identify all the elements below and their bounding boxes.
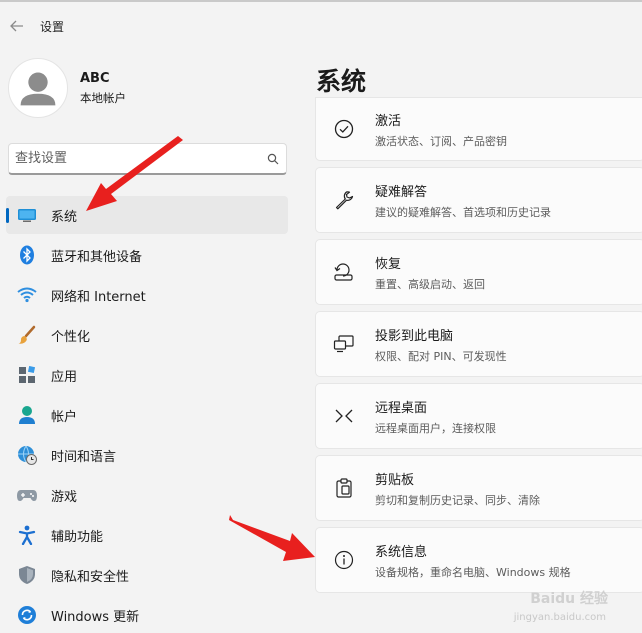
card-title: 剪贴板 xyxy=(375,472,415,488)
monitor-icon xyxy=(16,204,38,226)
sidebar-item-gaming[interactable]: 游戏 xyxy=(6,476,288,514)
settings-card-list: 激活 激活状态、订阅、产品密钥 疑难解答 建议的疑难解答、首选项和历史记录 恢复… xyxy=(315,97,642,599)
sidebar-item-label: 个性化 xyxy=(51,329,91,345)
project-icon xyxy=(333,333,355,355)
card-subtitle: 激活状态、订阅、产品密钥 xyxy=(375,134,507,148)
card-subtitle: 远程桌面用户，连接权限 xyxy=(375,421,496,435)
card-subtitle: 权限、配对 PIN、可发现性 xyxy=(375,349,507,363)
card-subtitle: 建议的疑难解答、首选项和历史记录 xyxy=(375,205,551,219)
shield-icon xyxy=(16,564,38,586)
sidebar-item-label: 应用 xyxy=(51,369,78,385)
sidebar-item-accounts[interactable]: 帐户 xyxy=(6,396,288,434)
user-name: ABC xyxy=(80,70,110,86)
sidebar-item-label: 系统 xyxy=(51,209,78,225)
wrench-icon xyxy=(333,189,355,211)
watermark-url: jingyan.baidu.com xyxy=(513,612,606,623)
card-subtitle: 重置、高级启动、返回 xyxy=(375,277,485,291)
sidebar-item-label: 辅助功能 xyxy=(51,529,104,545)
paintbrush-icon xyxy=(16,324,38,346)
search-input[interactable] xyxy=(9,144,260,173)
sidebar-item-system[interactable]: 系统 xyxy=(6,196,288,234)
card-title: 恢复 xyxy=(375,256,402,272)
check-circle-icon xyxy=(333,118,355,140)
account-type: 本地帐户 xyxy=(80,90,126,105)
card-troubleshoot[interactable]: 疑难解答 建议的疑难解答、首选项和历史记录 xyxy=(315,167,642,233)
sidebar-item-label: 游戏 xyxy=(51,489,78,505)
card-subtitle: 剪切和复制历史记录、同步、清除 xyxy=(375,493,540,507)
card-title: 远程桌面 xyxy=(375,400,428,416)
card-subtitle: 设备规格，重命名电脑、Windows 规格 xyxy=(375,565,571,579)
sidebar-item-apps[interactable]: 应用 xyxy=(6,356,288,394)
sidebar-item-label: 蓝牙和其他设备 xyxy=(51,249,143,265)
windows-update-icon xyxy=(16,604,38,626)
user-profile[interactable]: ABC 本地帐户 xyxy=(8,58,126,118)
sidebar-item-accessibility[interactable]: 辅助功能 xyxy=(6,516,288,554)
search-icon[interactable] xyxy=(260,153,286,165)
clipboard-icon xyxy=(333,477,355,499)
card-clipboard[interactable]: 剪贴板 剪切和复制历史记录、同步、清除 xyxy=(315,455,642,521)
arrow-left-icon xyxy=(10,20,23,32)
sidebar-item-bluetooth[interactable]: 蓝牙和其他设备 xyxy=(6,236,288,274)
sidebar-item-personalization[interactable]: 个性化 xyxy=(6,316,288,354)
apps-icon xyxy=(16,364,38,386)
remote-desktop-icon xyxy=(333,405,355,427)
card-remote-desktop[interactable]: 远程桌面 远程桌面用户，连接权限 xyxy=(315,383,642,449)
sidebar-item-time-language[interactable]: 时间和语言 xyxy=(6,436,288,474)
card-title: 投影到此电脑 xyxy=(375,328,454,344)
card-about[interactable]: 系统信息 设备规格，重命名电脑、Windows 规格 xyxy=(315,527,642,593)
sidebar-item-label: 帐户 xyxy=(51,409,78,425)
card-title: 系统信息 xyxy=(375,544,428,560)
bluetooth-icon xyxy=(16,244,38,266)
info-icon xyxy=(333,549,355,571)
sidebar-nav: 系统 蓝牙和其他设备 网络和 Internet 个性化 应用 帐户 时间和语言 … xyxy=(6,196,288,633)
search-box xyxy=(8,143,287,175)
sidebar-item-label: 隐私和安全性 xyxy=(51,569,130,585)
card-project-to-pc[interactable]: 投影到此电脑 权限、配对 PIN、可发现性 xyxy=(315,311,642,377)
sidebar-item-label: Windows 更新 xyxy=(51,609,140,625)
card-activation[interactable]: 激活 激活状态、订阅、产品密钥 xyxy=(315,97,642,161)
watermark-logo: Baidu 经验 xyxy=(530,591,608,607)
person-icon xyxy=(16,404,38,426)
card-title: 激活 xyxy=(375,113,402,129)
wifi-icon xyxy=(16,284,38,306)
title-bar: 设置 xyxy=(0,10,300,42)
sidebar-item-network[interactable]: 网络和 Internet xyxy=(6,276,288,314)
back-button[interactable] xyxy=(2,11,32,41)
sidebar-item-windows-update[interactable]: Windows 更新 xyxy=(6,596,288,633)
avatar xyxy=(8,58,68,118)
app-title: 设置 xyxy=(40,19,65,34)
user-avatar-icon xyxy=(20,72,56,106)
accessibility-icon xyxy=(16,524,38,546)
sidebar-item-label: 网络和 Internet xyxy=(51,289,146,305)
recovery-icon xyxy=(333,261,355,283)
gamepad-icon xyxy=(16,484,38,506)
window-top-border xyxy=(0,0,642,2)
card-recovery[interactable]: 恢复 重置、高级启动、返回 xyxy=(315,239,642,305)
globe-clock-icon xyxy=(16,444,38,466)
page-title: 系统 xyxy=(316,67,367,96)
card-title: 疑难解答 xyxy=(375,184,428,200)
sidebar-item-privacy-security[interactable]: 隐私和安全性 xyxy=(6,556,288,594)
sidebar-item-label: 时间和语言 xyxy=(51,449,117,465)
